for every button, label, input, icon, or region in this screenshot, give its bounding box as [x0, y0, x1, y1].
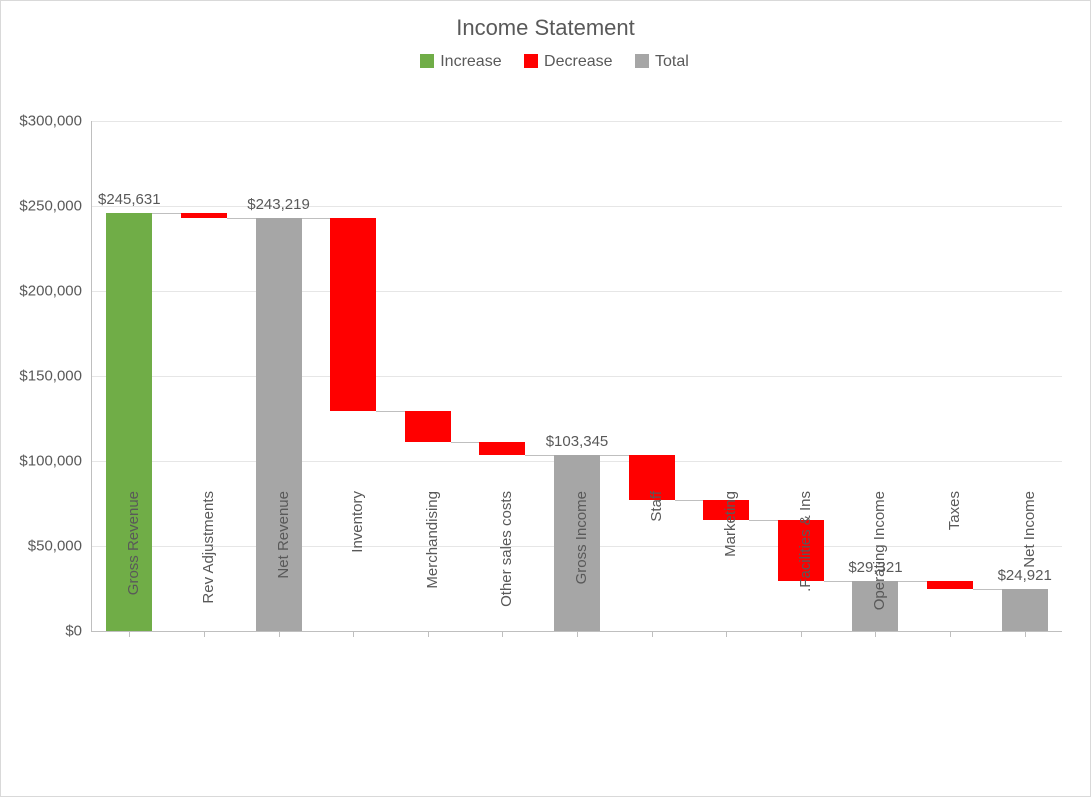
- legend-swatch-total: [635, 54, 649, 68]
- gridline: [92, 376, 1062, 377]
- y-tick-label: $100,000: [19, 453, 92, 470]
- connector-line: [152, 213, 181, 214]
- x-tick-label: Taxes: [946, 491, 963, 641]
- chart-legend: Increase Decrease Total: [1, 53, 1090, 71]
- x-tick-label: Gross Revenue: [125, 491, 142, 641]
- gridline: [92, 291, 1062, 292]
- x-tick-label: Inventory: [349, 491, 366, 641]
- x-tick-label: Marketing: [722, 491, 739, 641]
- connector-line: [749, 520, 778, 521]
- bar-decrease: [330, 218, 376, 412]
- gridline: [92, 121, 1062, 122]
- connector-line: [600, 455, 629, 456]
- x-tick-label: Merchandising: [424, 491, 441, 641]
- legend-swatch-decrease: [524, 54, 538, 68]
- legend-label-decrease: Decrease: [544, 53, 612, 70]
- connector-line: [376, 411, 405, 412]
- x-tick-label: Net Revenue: [275, 491, 292, 641]
- bar-decrease: [405, 411, 451, 442]
- x-tick-label: Gross Income: [573, 491, 590, 641]
- legend-label-increase: Increase: [440, 53, 501, 70]
- x-tick-label: Facilities & Ins.: [797, 491, 814, 641]
- waterfall-chart: Income Statement Increase Decrease Total…: [0, 0, 1091, 797]
- chart-title: Income Statement: [1, 15, 1090, 41]
- connector-line: [525, 455, 554, 456]
- y-tick-label: $200,000: [19, 283, 92, 300]
- connector-line: [824, 581, 853, 582]
- y-tick-label: $150,000: [19, 368, 92, 385]
- y-tick-label: $300,000: [19, 113, 92, 130]
- x-tick-label: Other sales costs: [498, 491, 515, 641]
- legend-label-total: Total: [655, 53, 689, 70]
- connector-line: [451, 442, 480, 443]
- connector-line: [898, 581, 927, 582]
- data-label: $103,345: [517, 433, 637, 450]
- x-tick-label: Net Income: [1021, 491, 1038, 641]
- data-label: $245,631: [69, 191, 189, 208]
- connector-line: [302, 218, 331, 219]
- plot-area: $0$50,000$100,000$150,000$200,000$250,00…: [91, 121, 1062, 632]
- bar-decrease: [181, 213, 227, 217]
- legend-swatch-increase: [420, 54, 434, 68]
- x-tick-label: Rev Adjustments: [200, 491, 217, 641]
- y-tick-label: $50,000: [28, 538, 92, 555]
- data-label: $243,219: [219, 196, 339, 213]
- x-tick-label: Staff: [648, 491, 665, 641]
- x-tick-label: Operating Income: [871, 491, 888, 641]
- y-tick-label: $0: [65, 623, 92, 640]
- connector-line: [973, 589, 1002, 590]
- connector-line: [227, 218, 256, 219]
- connector-line: [675, 500, 704, 501]
